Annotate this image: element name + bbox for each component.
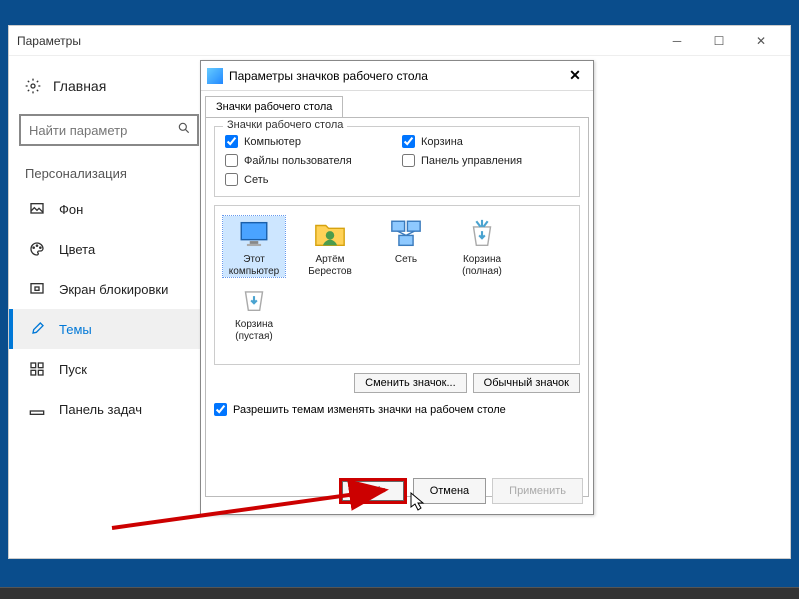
ok-highlight-annotation: OK: [339, 478, 407, 504]
taskbar-icon: [29, 401, 45, 417]
cancel-button[interactable]: Отмена: [413, 478, 486, 504]
desktop-icons-dialog: Параметры значков рабочего стола ✕ Значк…: [200, 60, 594, 515]
picture-icon: [29, 201, 45, 217]
dialog-tabs: Значки рабочего стола: [201, 91, 593, 117]
sidebar-item-home[interactable]: Главная: [9, 68, 209, 104]
sidebar-item-start[interactable]: Пуск: [9, 349, 209, 389]
recyclebin-full-icon: [464, 216, 500, 252]
sidebar-item-colors[interactable]: Цвета: [9, 229, 209, 269]
checkbox-controlpanel[interactable]: Панель управления: [402, 154, 569, 167]
recyclebin-empty-icon: [236, 281, 272, 317]
default-icon-button[interactable]: Обычный значок: [473, 373, 580, 393]
icon-item-user[interactable]: АртёмБерестов: [299, 216, 361, 277]
dialog-icon: [207, 68, 223, 84]
checkbox-computer[interactable]: Компьютер: [225, 135, 392, 148]
section-label: Персонализация: [9, 162, 209, 189]
brush-icon: [29, 321, 45, 337]
dialog-close-button[interactable]: ✕: [563, 66, 587, 86]
computer-icon: [236, 216, 272, 252]
close-button[interactable]: ✕: [740, 26, 782, 56]
icon-item-computer[interactable]: Этоткомпьютер: [223, 216, 285, 277]
checkbox-group: Значки рабочего стола Компьютер Корзина …: [214, 126, 580, 197]
icon-item-network[interactable]: Сеть: [375, 216, 437, 277]
sidebar-item-lockscreen[interactable]: Экран блокировки: [9, 269, 209, 309]
dialog-title: Параметры значков рабочего стола: [229, 69, 428, 83]
lock-icon: [29, 281, 45, 297]
dialog-titlebar: Параметры значков рабочего стола ✕: [201, 61, 593, 91]
settings-title: Параметры: [17, 34, 81, 48]
nav-label: Темы: [59, 322, 92, 337]
apply-button[interactable]: Применить: [492, 478, 583, 504]
minimize-button[interactable]: ─: [656, 26, 698, 56]
nav-label: Цвета: [59, 242, 95, 257]
grid-icon: [29, 361, 45, 377]
dialog-button-row: OK Отмена Применить: [339, 478, 583, 504]
sidebar-item-themes[interactable]: Темы: [9, 309, 209, 349]
settings-titlebar: Параметры ─ ☐ ✕: [9, 26, 790, 56]
checkbox-network[interactable]: Сеть: [225, 173, 392, 186]
ok-button[interactable]: OK: [342, 481, 404, 501]
nav-label: Панель задач: [59, 402, 142, 417]
tab-desktop-icons[interactable]: Значки рабочего стола: [205, 96, 343, 118]
sidebar-item-taskbar[interactable]: Панель задач: [9, 389, 209, 429]
home-label: Главная: [53, 78, 106, 94]
search-icon: [177, 121, 191, 140]
nav-label: Пуск: [59, 362, 87, 377]
palette-icon: [29, 241, 45, 257]
nav-label: Фон: [59, 202, 83, 217]
change-icon-button[interactable]: Сменить значок...: [354, 373, 467, 393]
nav-label: Экран блокировки: [59, 282, 168, 297]
taskbar[interactable]: [0, 587, 799, 599]
icon-item-bin-empty[interactable]: Корзина(пустая): [223, 281, 285, 342]
maximize-button[interactable]: ☐: [698, 26, 740, 56]
allow-themes-checkbox[interactable]: Разрешить темам изменять значки на рабоч…: [214, 403, 580, 416]
checkbox-recyclebin[interactable]: Корзина: [402, 135, 569, 148]
settings-sidebar: Главная Персонализация Фон Цвета Экран б…: [9, 56, 209, 558]
network-icon: [388, 216, 424, 252]
icon-preview-list[interactable]: Этоткомпьютер АртёмБерестов Сеть Корзина…: [214, 205, 580, 365]
search-box[interactable]: [19, 114, 199, 146]
icon-item-bin-full[interactable]: Корзина(полная): [451, 216, 513, 277]
user-folder-icon: [312, 216, 348, 252]
sidebar-item-background[interactable]: Фон: [9, 189, 209, 229]
search-input[interactable]: [29, 123, 189, 138]
gear-icon: [25, 78, 41, 94]
checkbox-userfiles[interactable]: Файлы пользователя: [225, 154, 392, 167]
group-legend: Значки рабочего стола: [223, 119, 347, 131]
